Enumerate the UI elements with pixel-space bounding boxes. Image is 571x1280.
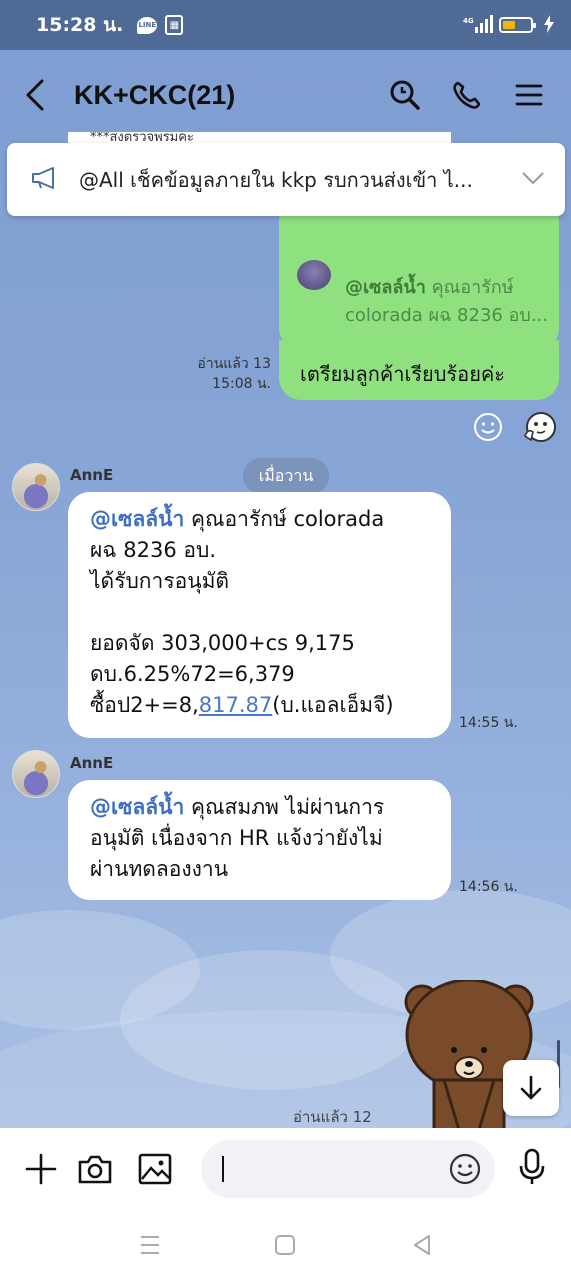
message-time: 14:55 น.	[459, 715, 518, 731]
my-message-text: เตรียมลูกค้าเรียบร้อยค่ะ	[300, 362, 506, 386]
message-line: อนุมัติ เนื่องจาก HR แจ้งว่ายังไม่	[90, 826, 383, 850]
triangle-back-icon	[414, 1235, 430, 1255]
megaphone-icon	[31, 166, 59, 194]
thinking-face-icon	[524, 412, 556, 442]
chat-header: KK+CKC(21)	[0, 50, 571, 140]
call-button[interactable]	[449, 77, 485, 113]
quoted-message-line2: colorada ผฉ 8236 อบ...	[345, 305, 548, 326]
message-line: ซื้อป2+=8,817.87(บ.แอลเอ็มจี)	[90, 693, 394, 717]
text-cursor	[222, 1156, 224, 1182]
svg-text:4G: 4G	[463, 17, 474, 25]
back-icon	[26, 79, 44, 111]
scroll-to-bottom-button[interactable]	[503, 1060, 559, 1116]
plus-button[interactable]	[23, 1151, 59, 1187]
message-bubble[interactable]: @เซลล์น้ำ คุณอารักษ์ colorada ผฉ 8236 อบ…	[68, 492, 451, 738]
voice-button[interactable]	[514, 1148, 550, 1185]
phone-icon	[453, 81, 481, 109]
avatar[interactable]	[12, 463, 60, 511]
sender-name: AnnE	[70, 466, 114, 484]
gallery-button[interactable]	[137, 1151, 173, 1187]
status-right: 4G	[463, 14, 555, 36]
menu-icon	[515, 84, 543, 106]
arrow-down-icon	[520, 1075, 542, 1100]
reaction-sticker[interactable]	[522, 410, 558, 444]
add-reaction-button[interactable]	[473, 412, 503, 442]
my-message-meta: อ่านแล้ว 13 15:08 น.	[197, 354, 271, 394]
message-input-bar	[0, 1128, 571, 1210]
announcement-banner[interactable]: @All เช็คข้อมูลภายใน kkp รบกวนส่งเข้า ไ.…	[7, 143, 565, 216]
back-nav-button[interactable]	[407, 1230, 437, 1260]
plus-icon	[25, 1153, 57, 1185]
message-line: ผ่านทดลองงาน	[90, 857, 229, 881]
system-nav-bar	[0, 1210, 571, 1280]
calculator-notification-icon: ▦	[165, 15, 184, 35]
message-line: ผฉ 8236 อบ.	[90, 538, 217, 562]
my-message-bubble[interactable]: @เซลล์น้ำ คุณอารักษ์ colorada ผฉ 8236 อบ…	[279, 200, 559, 350]
sender-name: AnnE	[70, 754, 114, 772]
message-line: ได้รับการอนุมัติ	[90, 569, 230, 593]
menu-button[interactable]	[511, 77, 547, 113]
emoji-button[interactable]	[447, 1151, 483, 1187]
quoted-avatar	[297, 260, 331, 290]
chevron-down-icon	[522, 172, 544, 185]
avatar[interactable]	[12, 750, 60, 798]
quoted-message[interactable]: @เซลล์น้ำ คุณอารักษ์	[345, 272, 514, 301]
mention-link[interactable]: @เซลล์น้ำ	[90, 795, 184, 819]
image-icon	[138, 1153, 172, 1185]
mention-link[interactable]: @เซลล์น้ำ	[90, 507, 184, 531]
back-button[interactable]	[24, 75, 58, 115]
menu-icon	[141, 1236, 159, 1254]
chat-title[interactable]: KK+CKC(21)	[74, 80, 235, 111]
expand-announcement-button[interactable]	[521, 170, 545, 189]
home-button[interactable]	[270, 1230, 300, 1260]
microphone-icon	[519, 1148, 545, 1184]
date-divider: เมื่อวาน	[243, 458, 329, 494]
search-icon	[390, 80, 420, 110]
chat-area[interactable]: KK+CKC(21) ***สงตรวจพรมคะ @All เช็คข้อมู…	[0, 50, 571, 1128]
message-line: ยอดจัด 303,000+cs 9,175	[90, 631, 355, 655]
status-time: 15:28 น.	[36, 14, 124, 36]
recent-apps-button[interactable]	[135, 1230, 165, 1260]
smiley-icon	[474, 413, 502, 441]
charging-icon	[543, 14, 555, 36]
smiley-icon	[449, 1153, 481, 1185]
message-line: @เซลล์น้ำ คุณสมภพ ไม่ผ่านการ	[90, 795, 385, 819]
announcement-text: @All เช็คข้อมูลภายใน kkp รบกวนส่งเข้า ไ.…	[79, 167, 473, 192]
camera-button[interactable]	[77, 1151, 113, 1187]
read-status: อ่านแล้ว 13	[197, 356, 271, 372]
search-button[interactable]	[387, 77, 423, 113]
phone-number-link[interactable]: 817.87	[199, 693, 272, 717]
message-time: 14:56 น.	[459, 879, 518, 895]
battery-icon	[499, 17, 536, 33]
message-time: 15:08 น.	[212, 376, 271, 392]
message-bubble[interactable]: @เซลล์น้ำ คุณสมภพ ไม่ผ่านการ อนุมัติ เนื…	[68, 780, 451, 900]
signal-icon: 4G	[463, 14, 493, 36]
square-icon	[275, 1235, 295, 1255]
message-line: ดบ.6.25%72=6,379	[90, 662, 295, 686]
message-line: @เซลล์น้ำ คุณอารักษ์ colorada	[90, 507, 385, 531]
read-status: อ่านแล้ว 12	[293, 1108, 372, 1126]
line-notification-icon: LINE	[137, 16, 158, 34]
status-bar: 15:28 น. LINE ▦ 4G	[0, 0, 571, 50]
camera-icon	[78, 1155, 112, 1184]
